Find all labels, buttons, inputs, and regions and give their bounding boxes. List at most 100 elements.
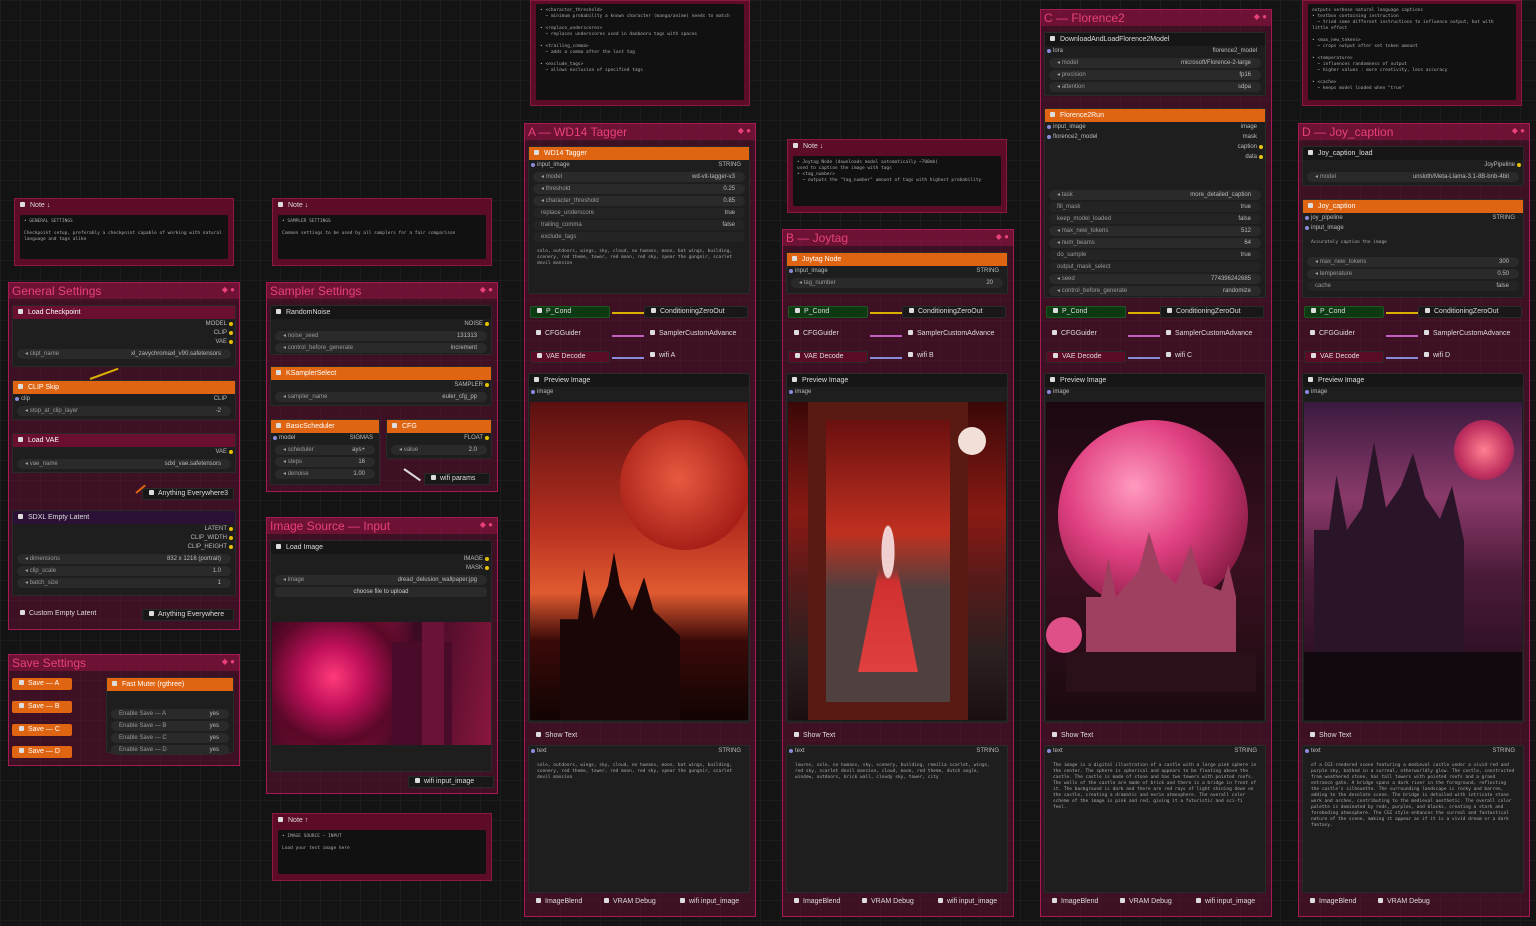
show-text-content[interactable]: of a CGI-rendered scene featuring a medi…	[1307, 759, 1519, 889]
tags-output-text[interactable]: solo, outdoors, wings, sky, cloud, no hu…	[533, 245, 745, 267]
group-menu-icon[interactable]: ◆ ●	[480, 520, 493, 529]
node-vae-decode-c[interactable]: VAE Decode	[1046, 351, 1126, 363]
node-wifi-input-image-b[interactable]: wifi input_image	[932, 897, 1008, 909]
node-p-cond-a[interactable]: P_Cond	[530, 306, 610, 318]
toggle-trailing-comma[interactable]: trailing_comma false	[533, 220, 745, 230]
widget-denoise[interactable]: ◂ denoise 1.00	[275, 469, 375, 479]
toggle-cache[interactable]: cache false	[1307, 281, 1519, 291]
widget-character-threshold[interactable]: ◂ character_threshold 0.85	[533, 196, 745, 206]
toggle-enable-save-b[interactable]: Enable Save — Byes	[111, 721, 229, 731]
node-joytag[interactable]: Joytag Node input_image STRING ◂ tag_numb…	[786, 252, 1008, 294]
note-wd14-options[interactable]: • <character_threshold> ~ minimum probab…	[530, 0, 750, 106]
group-menu-icon[interactable]: ◆ ●	[1512, 126, 1525, 135]
input-text[interactable]: text STRING	[787, 746, 1007, 756]
widget-max-new-tokens[interactable]: ◂ max_new_tokens 300	[1307, 257, 1519, 267]
widget-model[interactable]: ◂ model microsoft/Florence-2-large	[1049, 58, 1261, 68]
toggle-enable-save-a[interactable]: Enable Save — Ayes	[111, 709, 229, 719]
show-text-content[interactable]: The image is a digital illustration of a…	[1049, 759, 1261, 889]
node-sdxl-empty-latent[interactable]: SDXL Empty Latent LATENT CLIP_WIDTH CLIP…	[12, 510, 236, 596]
output-sampler[interactable]: SAMPLER	[271, 380, 491, 390]
widget-batch-size[interactable]: ◂ batch_size 1	[17, 578, 231, 588]
note-text[interactable]: outputs verbose natural language caption…	[1308, 4, 1516, 100]
input-text[interactable]: text STRING	[529, 746, 749, 756]
output-float[interactable]: FLOAT	[387, 433, 491, 443]
node-download-florence2[interactable]: DownloadAndLoadFlorence2Model lora floren…	[1044, 32, 1266, 96]
node-clip-skip[interactable]: CLIP Skip clip CLIP ◂ stop_at_clip_layer -…	[12, 380, 236, 420]
note-text[interactable]: • GENERAL SETTINGS Checkpoint setup, pref…	[20, 215, 228, 259]
node-show-text-output-a[interactable]: text STRING solo, outdoors, wings, sky, c…	[528, 745, 750, 893]
group-menu-icon[interactable]: ◆ ●	[1254, 12, 1267, 21]
group-menu-icon[interactable]: ◆ ●	[480, 285, 493, 294]
widget-steps[interactable]: ◂ steps 16	[275, 457, 375, 467]
node-wifi-input-image[interactable]: wifi input_image	[408, 776, 494, 788]
node-cfg-guider-d[interactable]: CFGGuider	[1304, 329, 1384, 341]
widget-task[interactable]: ◂ task more_detailed_caption	[1049, 190, 1261, 200]
show-text-content[interactable]: solo, outdoors, wings, sky, cloud, no hu…	[533, 759, 745, 889]
node-joy-caption-load[interactable]: Joy_caption_load JoyPipeline ◂ model unsl…	[1302, 146, 1524, 186]
widget-sampler-name[interactable]: ◂ sampler_name euler_cfg_pp	[275, 392, 487, 402]
node-show-text-output-c[interactable]: text STRING The image is a digital illust…	[1044, 745, 1266, 893]
widget-exclude-tags[interactable]: exclude_tags	[533, 232, 745, 242]
node-p-cond-c[interactable]: P_Cond	[1046, 306, 1126, 318]
note-general[interactable]: Note ↓ • GENERAL SETTINGS Checkpoint setu…	[14, 198, 234, 266]
node-load-checkpoint[interactable]: Load Checkpoint MODEL CLIP VAE ◂ ckpt_na…	[12, 305, 236, 367]
node-anything-everywhere[interactable]: Anything Everywhere	[142, 609, 234, 621]
prompt-textbox[interactable]: Accurately caption the image	[1307, 236, 1519, 254]
node-p-cond-d[interactable]: P_Cond	[1304, 306, 1384, 318]
node-wifi-input-image-a[interactable]: wifi input_image	[674, 897, 750, 909]
widget-control[interactable]: ◂ control_before_generate randomize	[1049, 286, 1261, 296]
node-show-text-a[interactable]: Show Text	[530, 731, 610, 743]
node-show-text-output-b[interactable]: text STRING lowres, solo, no humans, sky,…	[786, 745, 1008, 893]
node-show-text-d[interactable]: Show Text	[1304, 731, 1384, 743]
node-custom-empty-latent[interactable]: Custom Empty Latent	[14, 609, 110, 621]
node-image-blend-b[interactable]: ImageBlend	[788, 897, 848, 909]
node-save-c[interactable]: Save — C	[12, 724, 72, 736]
node-vram-debug-a[interactable]: VRAM Debug	[598, 897, 660, 909]
node-sampler-custom-advance-b[interactable]: SamplerCustomAdvance	[902, 329, 1006, 341]
node-p-cond-b[interactable]: P_Cond	[788, 306, 868, 318]
widget-output-mask-select[interactable]: output_mask_select	[1049, 262, 1261, 272]
toggle-keep-model-loaded[interactable]: keep_model_loaded false	[1049, 214, 1261, 224]
node-wd14-tagger[interactable]: WD14 Tagger input_image STRING ◂ model wd-…	[528, 146, 750, 294]
node-vram-debug-d[interactable]: VRAM Debug	[1372, 897, 1434, 909]
node-wifi-a[interactable]: wifi A	[644, 351, 704, 363]
node-load-vae[interactable]: Load VAE VAE ◂ vae_name sdxl_vae.safetens…	[12, 433, 236, 473]
widget-dimensions[interactable]: ◂ dimensions 832 x 1216 (portrait)	[17, 554, 231, 564]
node-ksampler-select[interactable]: KSamplerSelect SAMPLER ◂ sampler_name eul…	[270, 366, 492, 406]
widget-clip-scale[interactable]: ◂ clip_scale 1.0	[17, 566, 231, 576]
node-cfg-guider-a[interactable]: CFGGuider	[530, 329, 610, 341]
node-random-noise[interactable]: RandomNoise NOISE ◂ noise_seed 131313 ◂ c…	[270, 305, 492, 355]
node-sampler-custom-advance-d[interactable]: SamplerCustomAdvance	[1418, 329, 1522, 341]
node-anything-everywhere3[interactable]: Anything Everywhere3	[142, 488, 234, 500]
widget-scheduler[interactable]: ◂ scheduler ays+	[275, 445, 375, 455]
node-conditioning-zero-out-d[interactable]: ConditioningZeroOut	[1418, 306, 1522, 318]
input-clip[interactable]: clip CLIP	[13, 394, 235, 404]
output-mask[interactable]: MASK	[271, 563, 491, 573]
widget-precision[interactable]: ◂ precision fp16	[1049, 70, 1261, 80]
node-show-text-b[interactable]: Show Text	[788, 731, 868, 743]
node-conditioning-zero-out-a[interactable]: ConditioningZeroOut	[644, 306, 748, 318]
toggle-replace-underscore[interactable]: replace_underscore true	[533, 208, 745, 218]
widget-ckpt-name[interactable]: ◂ ckpt_name xl_zavychromaxl_v90.safetenso…	[17, 349, 231, 359]
node-vram-debug-b[interactable]: VRAM Debug	[856, 897, 918, 909]
node-show-text-c[interactable]: Show Text	[1046, 731, 1126, 743]
node-vae-decode-a[interactable]: VAE Decode	[530, 351, 610, 363]
input-image[interactable]: image	[1045, 387, 1265, 397]
note-text[interactable]: • Joytag Node (downloads model automatic…	[793, 156, 1001, 206]
show-text-content[interactable]: lowres, solo, no humans, sky, scenery, b…	[791, 759, 1003, 889]
node-save-d[interactable]: Save — D	[12, 746, 72, 758]
toggle-enable-save-d[interactable]: Enable Save — Dyes	[111, 745, 229, 755]
widget-num-beams[interactable]: ◂ num_beams 64	[1049, 238, 1261, 248]
node-conditioning-zero-out-b[interactable]: ConditioningZeroOut	[902, 306, 1006, 318]
input-lora[interactable]: lora florence2_model	[1045, 46, 1265, 56]
group-menu-icon[interactable]: ◆ ●	[738, 126, 751, 135]
widget-tag-number[interactable]: ◂ tag_number 20	[791, 278, 1003, 288]
toggle-do-sample[interactable]: do_sample true	[1049, 250, 1261, 260]
node-wifi-params[interactable]: wifi params	[424, 473, 490, 485]
widget-seed[interactable]: ◂ seed 774396242685	[1049, 274, 1261, 284]
input-image[interactable]: image	[1303, 387, 1523, 397]
output-joy-pipeline[interactable]: JoyPipeline	[1303, 160, 1523, 170]
group-menu-icon[interactable]: ◆ ●	[222, 285, 235, 294]
input-image[interactable]: image	[529, 387, 749, 397]
input-model[interactable]: model SIGMAS	[271, 433, 379, 443]
